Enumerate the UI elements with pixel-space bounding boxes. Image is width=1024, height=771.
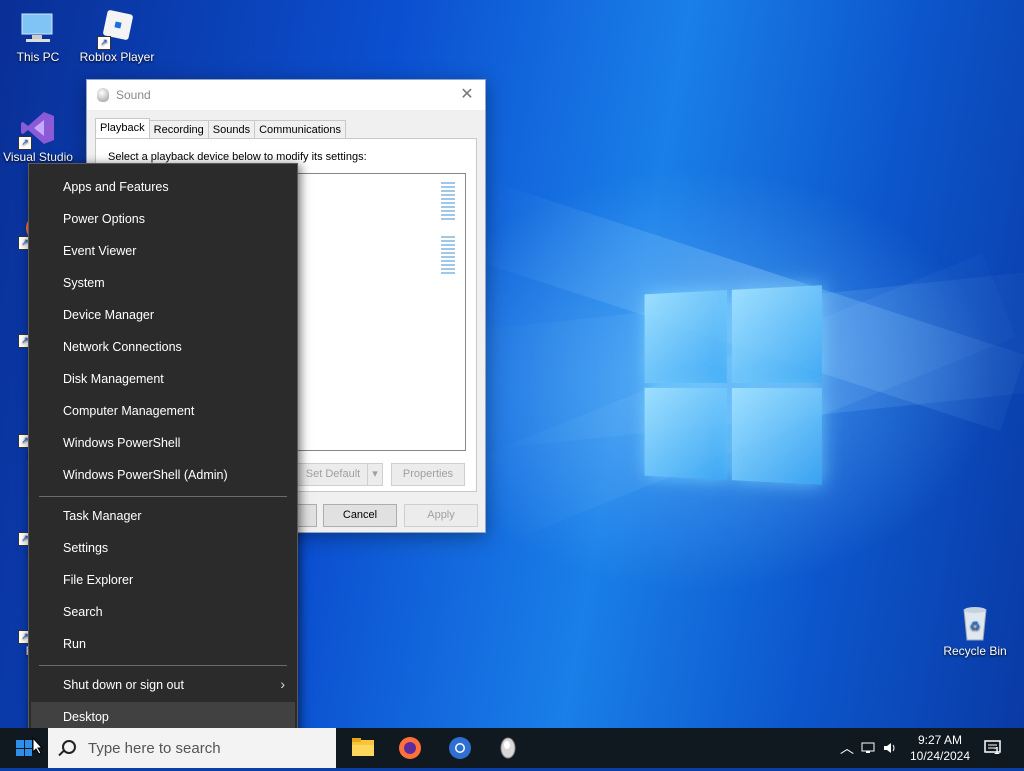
tab-recording[interactable]: Recording bbox=[148, 120, 209, 140]
chevron-right-icon: › bbox=[280, 676, 285, 692]
menu-item-power-options[interactable]: Power Options bbox=[31, 204, 295, 234]
computer-icon bbox=[18, 8, 58, 48]
network-icon[interactable] bbox=[860, 740, 876, 756]
chrome-icon bbox=[449, 737, 471, 759]
winx-context-menu[interactable]: Apps and Features Power Options Event Vi… bbox=[28, 163, 298, 743]
taskbar: Type here to search ︿ 9:27 AM 10/24/2024… bbox=[0, 728, 1024, 768]
shortcut-arrow-icon: ↗ bbox=[18, 136, 32, 150]
shortcut-arrow-icon: ↗ bbox=[97, 36, 111, 50]
windows-start-icon bbox=[16, 740, 32, 756]
close-icon[interactable]: ✕ bbox=[457, 85, 477, 105]
mouse-cursor-icon bbox=[32, 737, 44, 755]
taskbar-chrome[interactable] bbox=[436, 728, 484, 768]
menu-item-search[interactable]: Search bbox=[31, 597, 295, 627]
volume-meter-icon bbox=[441, 236, 455, 276]
menu-separator bbox=[39, 665, 287, 666]
desktop-icon-label: This PC bbox=[16, 50, 60, 64]
visual-studio-icon: ↗ bbox=[18, 108, 58, 150]
menu-item-shut-down-or-sign-out[interactable]: Shut down or sign out › bbox=[31, 670, 295, 700]
instruction-text: Select a playback device below to modify… bbox=[108, 151, 367, 163]
firefox-icon bbox=[399, 737, 421, 759]
taskbar-firefox[interactable] bbox=[386, 728, 434, 768]
set-default-dropdown[interactable]: ▾ bbox=[367, 463, 383, 486]
desktop-icon-roblox-player[interactable]: ↗ Roblox Player bbox=[79, 8, 155, 64]
set-default-button[interactable]: Set Default bbox=[297, 463, 368, 486]
menu-item-disk-management[interactable]: Disk Management bbox=[31, 364, 295, 394]
volume-meter-icon bbox=[441, 182, 455, 222]
folder-icon bbox=[352, 738, 374, 756]
menu-item-device-manager[interactable]: Device Manager bbox=[31, 300, 295, 330]
search-icon bbox=[62, 740, 76, 754]
desktop-icon-visual-studio[interactable]: ↗ Visual Studio bbox=[0, 108, 76, 164]
menu-item-windows-powershell[interactable]: Windows PowerShell bbox=[31, 428, 295, 458]
chevron-up-icon[interactable]: ︿ bbox=[840, 738, 854, 758]
clock-time: 9:27 AM bbox=[917, 733, 963, 747]
tab-playback[interactable]: Playback bbox=[95, 118, 150, 138]
menu-item-event-viewer[interactable]: Event Viewer bbox=[31, 236, 295, 266]
dialog-titlebar[interactable]: Sound ✕ bbox=[87, 80, 485, 110]
menu-item-settings[interactable]: Settings bbox=[31, 533, 295, 563]
ok-button[interactable] bbox=[297, 504, 317, 527]
clock-date: 10/24/2024 bbox=[909, 749, 971, 763]
tab-sounds[interactable]: Sounds bbox=[207, 120, 256, 140]
menu-item-system[interactable]: System bbox=[31, 268, 295, 298]
notification-count: 1 bbox=[994, 746, 1000, 757]
desktop-icon-recycle-bin[interactable]: ♻ Recycle Bin bbox=[937, 602, 1013, 658]
recycle-bin-icon: ♻ bbox=[955, 602, 995, 642]
menu-item-computer-management[interactable]: Computer Management bbox=[31, 396, 295, 426]
tab-strip: Playback Recording Sounds Communications bbox=[95, 118, 347, 140]
search-placeholder: Type here to search bbox=[88, 740, 221, 757]
taskbar-search-box[interactable]: Type here to search bbox=[48, 728, 336, 768]
notification-center-button[interactable]: 1 bbox=[980, 728, 1024, 768]
desktop-icon-label: Visual Studio bbox=[3, 150, 73, 164]
speaker-icon bbox=[97, 88, 109, 102]
properties-button[interactable]: Properties bbox=[391, 463, 465, 486]
menu-item-run[interactable]: Run bbox=[31, 629, 295, 659]
menu-item-apps-and-features[interactable]: Apps and Features bbox=[31, 172, 295, 202]
desktop-icon-this-pc[interactable]: This PC bbox=[0, 8, 76, 64]
system-tray: ︿ bbox=[838, 728, 898, 768]
volume-icon[interactable] bbox=[882, 740, 898, 756]
speaker-app-icon bbox=[500, 737, 516, 759]
windows-logo-graphic bbox=[644, 285, 822, 485]
taskbar-file-explorer[interactable] bbox=[338, 728, 386, 768]
cancel-button[interactable]: Cancel bbox=[323, 504, 397, 527]
tab-communications[interactable]: Communications bbox=[254, 120, 347, 140]
roblox-icon: ↗ bbox=[97, 8, 137, 50]
apply-button[interactable]: Apply bbox=[404, 504, 478, 527]
desktop-icon-label: Roblox Player bbox=[79, 50, 155, 64]
svg-text:♻: ♻ bbox=[970, 619, 981, 633]
desktop-icon-label: Recycle Bin bbox=[943, 644, 1007, 658]
menu-item-file-explorer[interactable]: File Explorer bbox=[31, 565, 295, 595]
taskbar-app[interactable] bbox=[484, 728, 532, 768]
menu-item-task-manager[interactable]: Task Manager bbox=[31, 501, 295, 531]
menu-item-windows-powershell-admin[interactable]: Windows PowerShell (Admin) bbox=[31, 460, 295, 490]
dialog-title: Sound bbox=[116, 88, 151, 102]
taskbar-clock[interactable]: 9:27 AM 10/24/2024 bbox=[900, 732, 980, 764]
menu-item-network-connections[interactable]: Network Connections bbox=[31, 332, 295, 362]
menu-separator bbox=[39, 496, 287, 497]
